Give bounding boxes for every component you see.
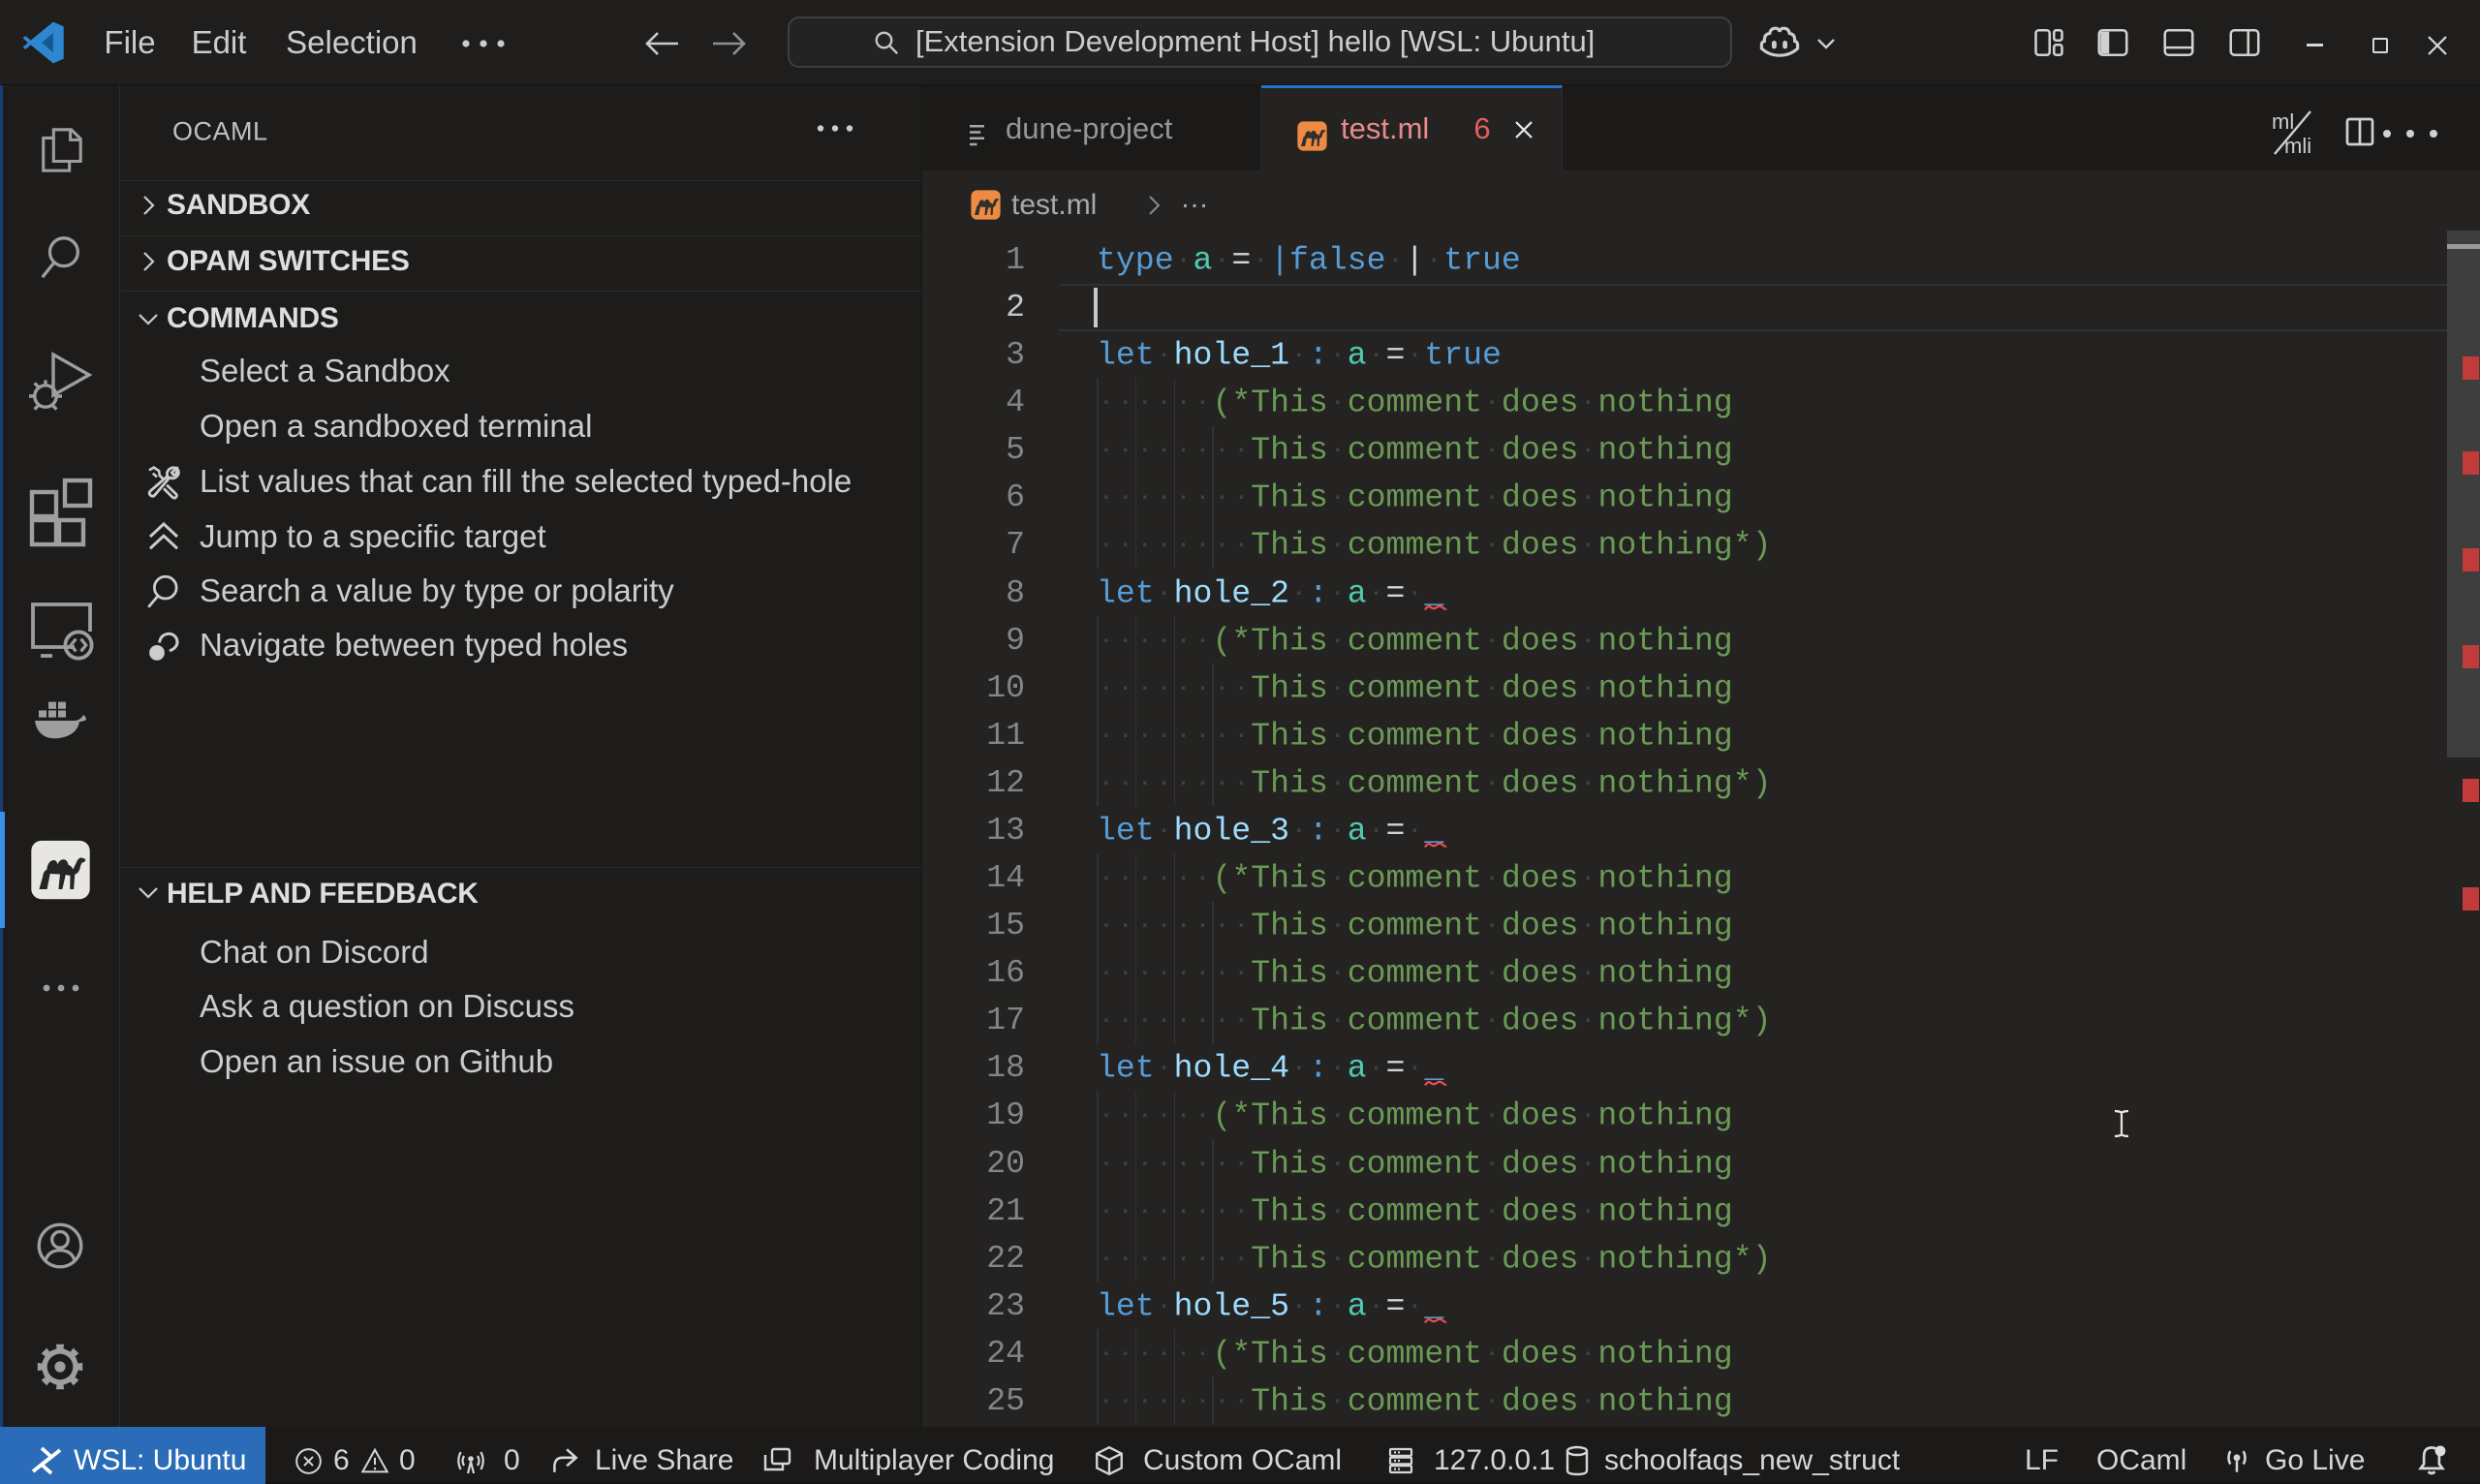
svg-text:ml: ml [2272, 109, 2294, 134]
